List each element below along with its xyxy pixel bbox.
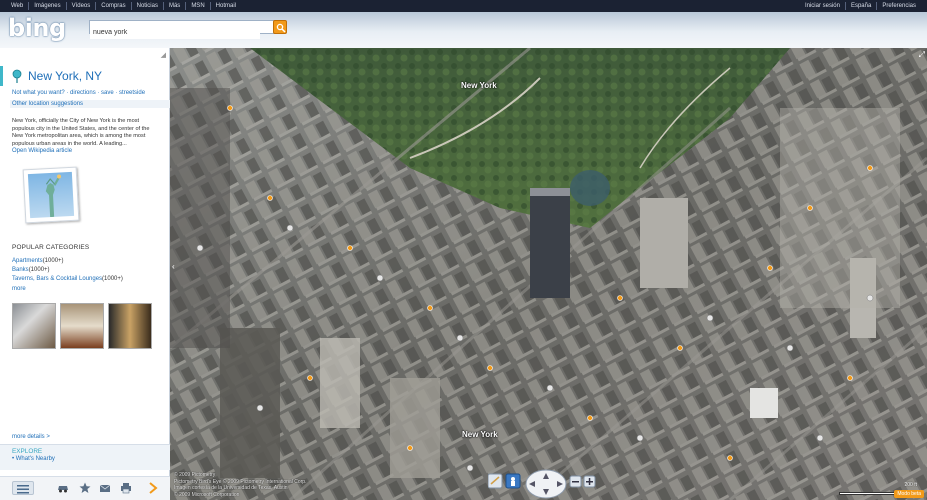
header: bing <box>0 12 927 48</box>
top-navigation: Web Imágenes Vídeos Compras Noticias Más… <box>0 0 927 12</box>
topnav-hotmail[interactable]: Hotmail <box>211 2 241 10</box>
share-button[interactable] <box>98 481 112 495</box>
location-description: New York, officially the City of New Yor… <box>12 118 150 147</box>
print-button[interactable] <box>119 481 133 495</box>
search-button[interactable] <box>273 20 287 34</box>
category-link[interactable]: Taverns, Bars & Cocktail Lounges <box>12 276 102 282</box>
category-item: Taverns, Bars & Cocktail Lounges(1000+) <box>12 276 123 282</box>
topnav-msn[interactable]: MSN <box>186 2 211 10</box>
topnav-videos[interactable]: Vídeos <box>67 2 97 10</box>
save-button[interactable] <box>78 481 92 495</box>
map-view[interactable]: New York New York ⤢ ‹ © 2009 Pictometry … <box>170 48 927 500</box>
print-icon <box>121 483 131 494</box>
whats-nearby-link[interactable]: • What's Nearby <box>12 456 55 462</box>
fullscreen-icon[interactable]: ⤢ <box>919 50 925 60</box>
category-link[interactable]: Apartments <box>12 258 43 264</box>
car-icon <box>58 486 68 493</box>
scale-bar <box>839 492 897 495</box>
category-link[interactable]: Banks <box>12 267 29 273</box>
location-title: New York, NY <box>0 66 170 86</box>
popular-categories-heading: POPULAR CATEGORIES <box>12 244 90 251</box>
category-count: (1000+) <box>102 276 123 282</box>
topnav-left: Web Imágenes Vídeos Compras Noticias Más… <box>6 2 241 10</box>
map-label-new-york: New York <box>462 430 498 439</box>
location-action-links[interactable]: Not what you want? · directions · save ·… <box>12 90 145 96</box>
more-details-link[interactable]: more details > <box>12 434 50 440</box>
arrow-right-icon <box>149 482 158 494</box>
expand-sidebar-icon[interactable]: ‹ <box>172 262 175 271</box>
copyright-line: © 2009 Microsoft Corporation <box>174 491 240 498</box>
feedback-button[interactable]: Modo beta <box>894 490 924 498</box>
star-icon <box>79 482 91 493</box>
map-copyright: © 2009 Pictometry Pictometry Bird's Eye … <box>174 472 306 498</box>
sign-in-link[interactable]: Iniciar sesión <box>800 2 846 10</box>
explore-heading: EXPLORE <box>12 448 43 455</box>
more-categories-link[interactable]: more <box>12 286 26 292</box>
location-pin-icon <box>12 69 22 83</box>
directions-button[interactable] <box>56 481 70 495</box>
bing-logo[interactable]: bing <box>8 14 66 42</box>
location-photo[interactable] <box>108 303 152 349</box>
topnav-news[interactable]: Noticias <box>132 2 164 10</box>
location-thumbnail[interactable] <box>22 166 80 224</box>
topnav-shopping[interactable]: Compras <box>96 2 132 10</box>
region-link[interactable]: España <box>846 2 878 10</box>
list-button[interactable] <box>12 481 34 495</box>
preferences-link[interactable]: Preferencias <box>877 2 921 10</box>
topnav-right: Iniciar sesión España Preferencias <box>800 2 921 10</box>
photo-strip <box>12 303 152 349</box>
aerial-imagery <box>170 48 927 500</box>
map-label-new-york: New York <box>461 81 497 90</box>
topnav-images[interactable]: Imágenes <box>29 2 67 10</box>
statue-of-liberty-image <box>27 171 75 219</box>
sidebar-toolbar <box>0 476 170 500</box>
location-photo[interactable] <box>60 303 104 349</box>
explore-panel: EXPLORE • What's Nearby <box>0 444 170 470</box>
category-count: (1000+) <box>42 258 64 264</box>
scale-label: 200 ft <box>904 482 917 488</box>
sidebar: ◢ New York, NY Not what you want? · dire… <box>0 48 170 500</box>
next-button[interactable] <box>146 481 160 495</box>
collapse-sidebar-icon[interactable]: ◢ <box>161 51 166 59</box>
map-navigation-control[interactable] <box>488 468 598 500</box>
mail-icon <box>99 484 111 492</box>
category-count: (1000+) <box>28 267 50 273</box>
wikipedia-link[interactable]: Open Wikipedia article <box>12 148 72 154</box>
category-item: Banks(1000+) <box>12 267 50 273</box>
category-item: Apartments(1000+) <box>12 258 64 264</box>
topnav-more[interactable]: Más <box>164 2 187 10</box>
list-icon <box>17 485 29 494</box>
location-name[interactable]: New York, NY <box>28 69 102 83</box>
statue-of-liberty-icon <box>45 174 62 218</box>
search-icon <box>276 23 286 33</box>
other-suggestions-link[interactable]: Other location suggestions <box>10 100 170 108</box>
search-input[interactable] <box>90 26 260 39</box>
location-photo[interactable] <box>12 303 56 349</box>
copyright-line: Imagen cortesía de la Universidad de Tex… <box>174 485 288 491</box>
search-box <box>89 20 277 39</box>
topnav-web[interactable]: Web <box>6 2 30 10</box>
